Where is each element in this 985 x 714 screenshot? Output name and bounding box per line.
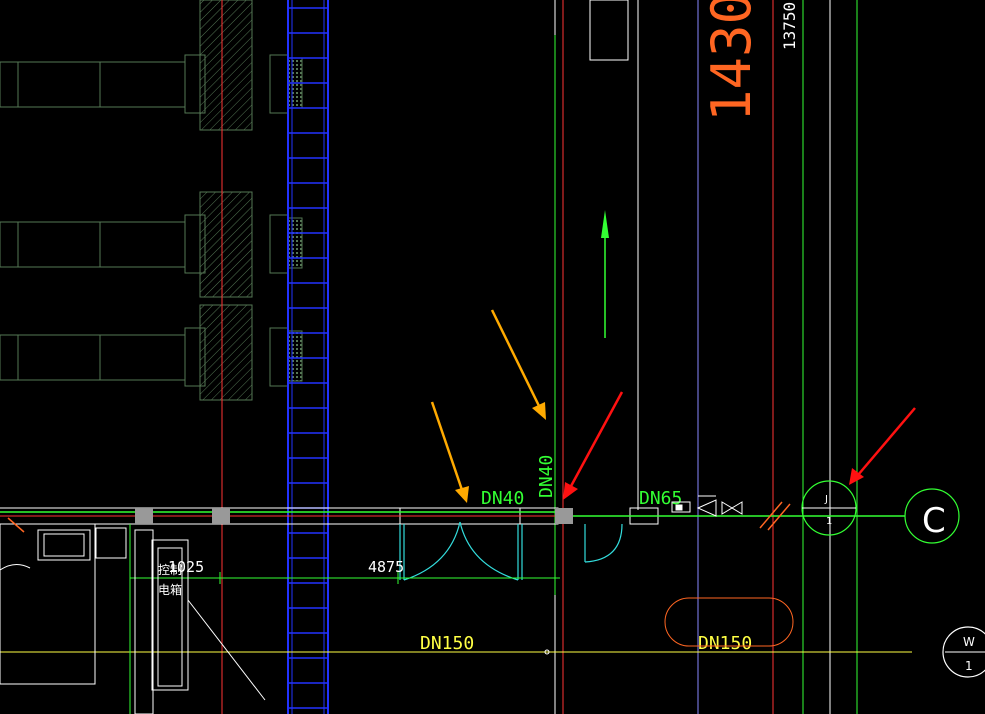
dimension-14300: 1430 — [700, 0, 763, 122]
electric-panel-label-line1: 控制 — [158, 563, 182, 577]
node-1-label: 1 — [826, 516, 832, 527]
electric-panel-label-line2: 电箱 — [158, 582, 182, 597]
pipe-label-dn40-vertical: DN40 — [536, 455, 557, 498]
node-j-label: J — [824, 494, 828, 505]
column-block-3 — [555, 508, 573, 524]
double-door — [399, 521, 523, 581]
axis-label-c: C — [922, 501, 946, 541]
blue-ladder-rungs — [288, 7, 328, 709]
left-bottom-equipment — [0, 523, 266, 714]
orange-arrow-dn40-upper — [490, 309, 546, 420]
axis-label-w: W — [963, 635, 975, 649]
red-arrow-node-j1 — [849, 407, 916, 485]
single-door — [584, 523, 623, 563]
green-flow-arrow — [601, 210, 609, 338]
pipe-label-dn40-horizontal: DN40 — [481, 488, 524, 509]
equipment-block-bottom — [0, 304, 303, 401]
dimension-13750: 13750 — [780, 2, 799, 50]
equipment-block-top — [0, 0, 303, 131]
column-block-2 — [212, 508, 230, 524]
pipe-label-dn150-right: DN150 — [698, 633, 752, 654]
red-arrow-riser — [563, 391, 624, 500]
valve-assembly — [671, 495, 743, 517]
equipment-block-middle — [0, 191, 303, 298]
pipe-label-dn150-left: DN150 — [420, 633, 474, 654]
column-block-1 — [135, 508, 153, 524]
dimension-4875: 4875 — [368, 558, 404, 576]
red-diagonal-mark — [7, 517, 25, 533]
orange-arrow-dn40-lower — [430, 401, 469, 503]
cad-drawing-canvas: 1430 13750 1025 4875 DN150 DN150 控制 电箱 D… — [0, 0, 985, 714]
axis-label-w-number: 1 — [965, 659, 973, 673]
